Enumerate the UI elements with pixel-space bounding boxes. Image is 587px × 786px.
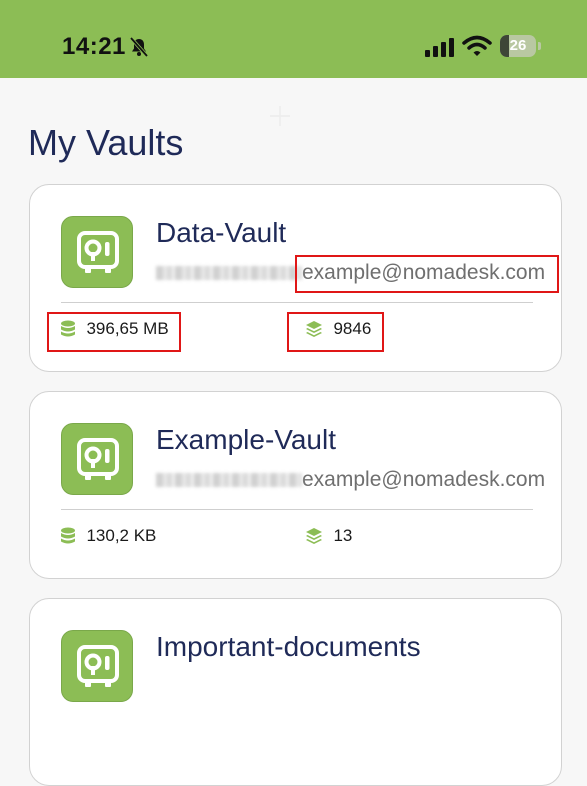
owner-email-domain: example@nomadesk.com (302, 468, 546, 491)
vault-size-stat: 130,2 KB (60, 526, 156, 550)
vault-name: Data-Vault (156, 217, 287, 248)
bell-off-icon (129, 36, 149, 58)
database-icon (61, 527, 75, 544)
vault-card-important-documents[interactable]: Important-documents (29, 598, 562, 786)
redacted-username (156, 266, 302, 280)
vault-card-example-vault[interactable]: Example-Vault example@nomadesk.com 130,2… (29, 391, 562, 579)
card-divider (61, 302, 533, 303)
battery-tip (538, 42, 541, 50)
vault-name: Example-Vault (156, 424, 337, 455)
status-time: 14:21 (62, 33, 126, 60)
vault-items-stat: 13 (305, 526, 352, 550)
battery-percent: 26 (509, 37, 527, 54)
cellular-signal-icon (425, 38, 454, 57)
vault-size: 130,2 KB (86, 526, 157, 545)
highlight-vault-size (47, 312, 181, 352)
battery-icon: 26 (500, 35, 542, 57)
vault-safe-icon (61, 216, 133, 288)
page-title: My Vaults (28, 122, 184, 163)
vault-item-count: 13 (333, 526, 353, 545)
battery-body: 26 (500, 35, 536, 57)
vault-name: Important-documents (156, 631, 421, 662)
highlight-owner-email (295, 255, 559, 293)
vault-owner: example@nomadesk.com (156, 468, 545, 494)
wifi-icon (462, 35, 492, 56)
layers-icon (306, 528, 322, 544)
vault-safe-icon (61, 423, 133, 495)
vault-safe-icon (61, 630, 133, 702)
card-divider (61, 509, 533, 510)
redacted-username (156, 473, 302, 487)
highlight-item-count (287, 312, 384, 352)
add-icon[interactable] (268, 104, 292, 128)
status-bar: 14:21 26 (0, 0, 587, 78)
